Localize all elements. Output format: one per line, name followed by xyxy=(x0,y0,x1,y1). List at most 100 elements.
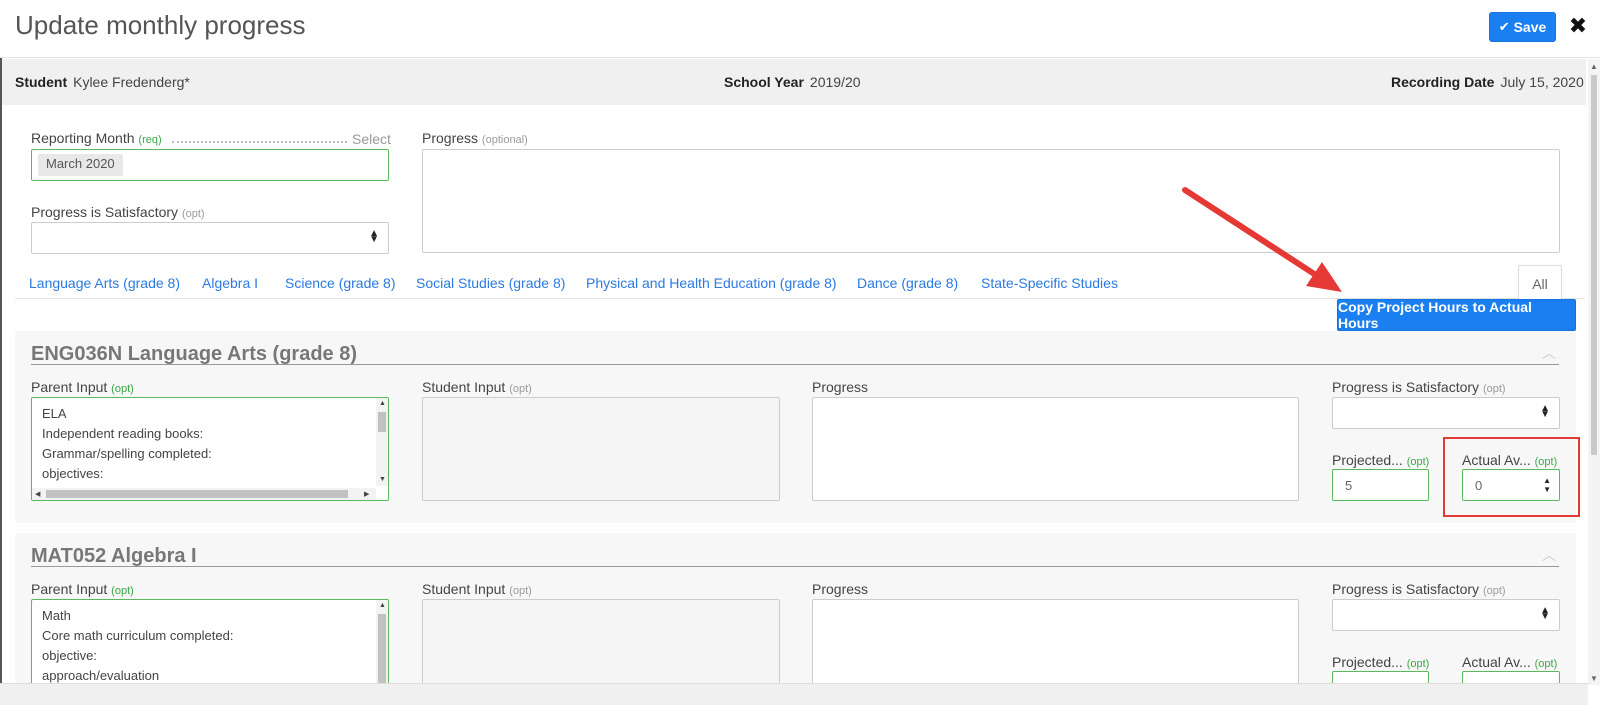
sort-arrows-icon: ▲ ▼ xyxy=(369,228,379,245)
projected-hours-label: Projected... (opt) xyxy=(1332,654,1429,670)
course-progress-textarea[interactable] xyxy=(812,397,1299,501)
parent-input-label-text: Parent Input xyxy=(31,581,108,597)
optional-marker: (opt) xyxy=(181,208,205,220)
scroll-up-icon[interactable]: ▲ xyxy=(379,602,386,609)
scroll-up-icon[interactable]: ▲ xyxy=(1588,61,1600,73)
course-title: MAT052 Algebra I xyxy=(31,545,197,567)
page-title: Update monthly progress xyxy=(15,10,306,40)
recording-date-value: July 15, 2020 xyxy=(1500,74,1584,90)
scroll-thumb[interactable] xyxy=(378,412,386,432)
reporting-month-chip[interactable]: March 2020 xyxy=(38,154,123,176)
save-label: Save xyxy=(1513,19,1547,35)
projected-hours-label: Projected... (opt) xyxy=(1332,452,1429,468)
recording-date-info: Recording Date July 15, 2020 xyxy=(1391,74,1584,90)
school-year-info: School Year 2019/20 xyxy=(724,74,861,90)
tab-state-specific[interactable]: State-Specific Studies xyxy=(981,275,1118,291)
sort-arrows-icon: ▲ ▼ xyxy=(1540,605,1550,622)
scroll-down-icon[interactable]: ▼ xyxy=(1588,673,1600,685)
student-input-label-text: Student Input xyxy=(422,581,506,597)
highlight-box xyxy=(1443,437,1580,517)
textarea-hscrollbar[interactable]: ◀ ▶ xyxy=(32,488,376,500)
reporting-month-label-text: Reporting Month xyxy=(31,130,135,146)
scroll-thumb[interactable] xyxy=(378,614,386,684)
student-info-bar: Student Kylee Fredenderg* School Year 2019… xyxy=(2,59,1586,105)
course-title: ENG036N Language Arts (grade 8) xyxy=(31,343,358,365)
dotted-leader xyxy=(172,141,347,143)
window-left-edge xyxy=(0,0,2,705)
scroll-right-icon[interactable]: ▶ xyxy=(364,490,369,498)
student-info: Student Kylee Fredenderg* xyxy=(15,74,190,90)
close-icon[interactable]: ✖ xyxy=(1566,12,1590,40)
tab-dance[interactable]: Dance (grade 8) xyxy=(857,275,958,291)
scroll-down-icon[interactable]: ▼ xyxy=(379,476,386,483)
optional-marker: (optional) xyxy=(481,134,528,146)
optional-marker: (opt) xyxy=(509,383,532,395)
school-year-value: 2019/20 xyxy=(809,74,861,90)
satisfactory-label-text: Progress is Satisfactory xyxy=(1332,379,1480,395)
course-progress-label: Progress xyxy=(812,379,869,395)
course-progress-label: Progress xyxy=(812,581,869,597)
optional-marker: (opt) xyxy=(1482,383,1506,395)
tab-science[interactable]: Science (grade 8) xyxy=(285,275,396,291)
check-icon: ✔ xyxy=(1498,19,1510,34)
projected-hours-field[interactable]: 5 xyxy=(1332,469,1429,501)
tab-algebra[interactable]: Algebra I xyxy=(202,275,258,291)
course-satisfactory-label: Progress is Satisfactory (opt) xyxy=(1332,581,1506,597)
optional-marker: (opt) xyxy=(1406,658,1430,670)
reporting-month-select-link[interactable]: Select xyxy=(352,131,391,147)
tab-social-studies[interactable]: Social Studies (grade 8) xyxy=(416,275,565,291)
tab-all[interactable]: All xyxy=(1518,265,1562,301)
parent-input-text: ELA Independent reading books: Grammar/s… xyxy=(42,406,212,481)
chevron-up-icon[interactable]: ︿ xyxy=(1542,343,1556,363)
course-satisfactory-select[interactable]: ▲ ▼ xyxy=(1332,599,1560,631)
optional-marker: (opt) xyxy=(111,585,134,597)
sort-arrows-icon: ▲ ▼ xyxy=(1540,403,1550,420)
student-input-label: Student Input (opt) xyxy=(422,379,532,395)
satisfactory-select[interactable]: ▲ ▼ xyxy=(31,222,389,254)
school-year-label: School Year xyxy=(724,74,804,90)
satisfactory-label-text: Progress is Satisfactory xyxy=(1332,581,1480,597)
student-value: Kylee Fredenderg* xyxy=(73,74,190,90)
optional-marker: (opt) xyxy=(1482,585,1506,597)
course-satisfactory-select[interactable]: ▲ ▼ xyxy=(1332,397,1560,429)
course-divider xyxy=(31,566,1559,567)
student-input-label: Student Input (opt) xyxy=(422,581,532,597)
student-input-label-text: Student Input xyxy=(422,379,506,395)
page-scrollbar[interactable]: ▲ ▼ xyxy=(1588,59,1600,685)
optional-marker: (opt) xyxy=(509,585,532,597)
scroll-thumb[interactable] xyxy=(1591,75,1597,455)
student-label: Student xyxy=(15,74,68,90)
parent-input-text: Math Core math curriculum completed: obj… xyxy=(42,608,234,683)
tab-physical-health[interactable]: Physical and Health Education (grade 8) xyxy=(586,275,837,291)
actual-hours-label: Actual Av... (opt) xyxy=(1462,654,1557,670)
scroll-thumb[interactable] xyxy=(46,490,348,498)
reporting-month-field[interactable]: March 2020 xyxy=(31,149,389,181)
reporting-month-label: Reporting Month (req) xyxy=(31,130,162,146)
course-satisfactory-label: Progress is Satisfactory (opt) xyxy=(1332,379,1506,395)
scroll-up-icon[interactable]: ▲ xyxy=(379,400,386,407)
textarea-scrollbar[interactable]: ▲ ▼ xyxy=(376,398,388,486)
modal-header: Update monthly progress ✔ Save ✖ xyxy=(0,0,1600,58)
progress-label: Progress (optional) xyxy=(422,130,528,146)
parent-input-textarea[interactable]: ELA Independent reading books: Grammar/s… xyxy=(31,397,389,501)
course-section: MAT052 Algebra I ︿ Parent Input (opt) Ma… xyxy=(15,533,1576,704)
scroll-left-icon[interactable]: ◀ xyxy=(35,490,40,498)
chevron-up-icon[interactable]: ︿ xyxy=(1542,545,1556,565)
progress-label-text: Progress xyxy=(422,130,479,146)
recording-date-label: Recording Date xyxy=(1391,74,1495,90)
satisfactory-label-text: Progress is Satisfactory xyxy=(31,204,179,220)
tab-language-arts[interactable]: Language Arts (grade 8) xyxy=(29,275,180,291)
course-divider xyxy=(31,364,1559,365)
course-tabs: Language Arts (grade 8) Algebra I Scienc… xyxy=(15,263,1585,299)
parent-input-label-text: Parent Input xyxy=(31,379,108,395)
student-input-textarea xyxy=(422,397,780,501)
progress-textarea[interactable] xyxy=(422,149,1560,253)
copy-project-hours-button[interactable]: Copy Project Hours to Actual Hours xyxy=(1337,299,1576,331)
optional-marker: (opt) xyxy=(1534,658,1558,670)
projected-label-text: Projected... xyxy=(1332,654,1403,670)
course-section: ENG036N Language Arts (grade 8) ︿ Parent… xyxy=(15,331,1576,523)
optional-marker: (opt) xyxy=(1406,456,1430,468)
parent-input-label: Parent Input (opt) xyxy=(31,379,134,395)
actual-label-text: Actual Av... xyxy=(1462,654,1531,670)
save-button[interactable]: ✔ Save xyxy=(1489,12,1556,42)
